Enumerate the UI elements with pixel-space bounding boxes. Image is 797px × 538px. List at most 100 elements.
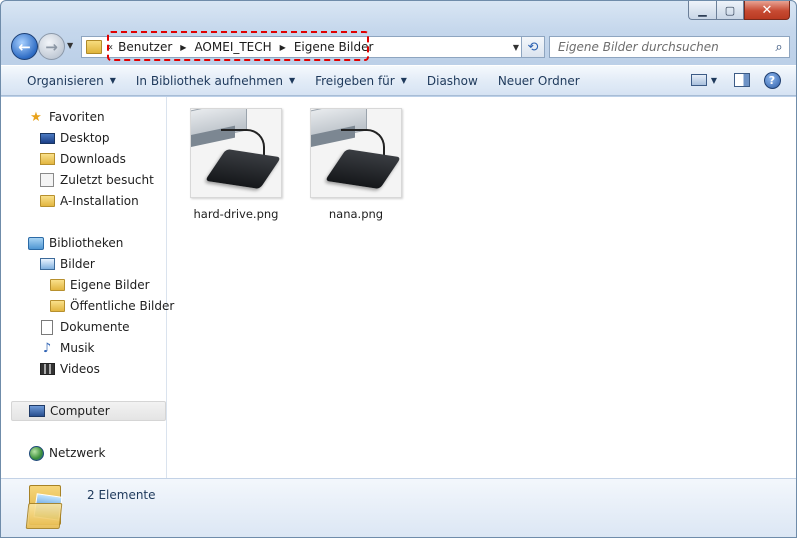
file-name: nana.png — [328, 207, 384, 221]
sidebar-item-label: Bibliotheken — [49, 236, 124, 250]
close-button[interactable]: ✕ — [744, 1, 790, 20]
breadcrumb-overflow-icon[interactable]: « — [107, 42, 113, 53]
sidebar-item-favorites[interactable]: ★ Favoriten — [28, 107, 104, 127]
include-in-library-menu[interactable]: In Bibliothek aufnehmen ▼ — [126, 69, 305, 93]
folder-icon-wrap — [49, 298, 65, 314]
folder-icon — [39, 195, 55, 207]
sidebar-item-my-pictures[interactable]: Eigene Bilder — [49, 275, 150, 295]
sidebar-item-videos[interactable]: Videos — [39, 359, 100, 379]
sidebar-item-documents[interactable]: Dokumente — [39, 317, 130, 337]
sidebar-item-label: Computer — [50, 404, 110, 418]
new-folder-label: Neuer Ordner — [497, 73, 580, 88]
sidebar-item-label: Eigene Bilder — [70, 278, 150, 292]
sidebar-item-label: Musik — [60, 341, 95, 355]
film-strip-icon — [39, 363, 55, 375]
sidebar-item-recent[interactable]: Zuletzt besucht — [39, 170, 154, 190]
slideshow-label: Diashow — [426, 73, 478, 88]
minimize-button[interactable]: ▁ — [688, 1, 716, 20]
sidebar-item-label: Videos — [60, 362, 100, 376]
pictures-icon-wrap — [39, 256, 55, 272]
recent-icon-wrap — [39, 172, 55, 188]
breadcrumb-item[interactable]: Benutzer ▶ — [118, 40, 194, 54]
details-pane: 2 Elemente — [1, 478, 796, 537]
downloads-icon-wrap — [39, 151, 55, 167]
desktop-icon — [39, 132, 55, 144]
search-input[interactable] — [550, 38, 769, 56]
sidebar-item-label: Desktop — [60, 131, 110, 145]
sidebar-item-libraries[interactable]: Bibliotheken — [28, 233, 123, 253]
organize-menu[interactable]: Organisieren ▼ — [17, 69, 126, 93]
explorer-body: ★ Favoriten Desktop Downloads Zuletzt be… — [1, 97, 796, 478]
preview-pane-icon — [734, 73, 750, 87]
refresh-button[interactable]: ⟲ — [521, 36, 545, 58]
sidebar-item-network[interactable]: Netzwerk — [28, 443, 105, 463]
back-button[interactable]: ← — [11, 33, 38, 60]
sidebar-item-music[interactable]: ♪ Musik — [39, 338, 95, 358]
libraries-icon — [28, 236, 44, 250]
chevron-down-icon: ▼ — [710, 75, 718, 85]
folder-icon — [86, 40, 102, 54]
navigation-pane: ★ Favoriten Desktop Downloads Zuletzt be… — [1, 97, 174, 478]
folder-icon — [49, 279, 65, 291]
hard-drive-shape — [204, 148, 281, 190]
folder-icon-wrap — [39, 193, 55, 209]
folder-icon — [49, 300, 65, 312]
search-icon[interactable]: ⌕ — [769, 40, 789, 55]
item-count: 2 Elemente — [87, 488, 156, 502]
sidebar-item-desktop[interactable]: Desktop — [39, 128, 110, 148]
search-box[interactable]: ⌕ — [549, 36, 790, 58]
recent-pages-dropdown[interactable]: ▼ — [67, 41, 73, 50]
breadcrumb-arrow-icon[interactable]: ▶ — [280, 43, 286, 52]
share-menu[interactable]: Freigeben für ▼ — [305, 69, 417, 93]
slideshow-button[interactable]: Diashow — [417, 69, 488, 93]
image-thumbnail — [190, 108, 282, 198]
breadcrumb-label: AOMEI_TECH — [194, 40, 272, 54]
preview-pane-button[interactable] — [732, 70, 752, 90]
file-item-nana[interactable]: nana.png — [301, 108, 411, 221]
address-dropdown-icon[interactable]: ▼ — [513, 43, 519, 52]
explorer-window: ▁ ▢ ✕ ← → ▼ « Benutzer ▶ AOMEI_TECH ▶ Ei… — [0, 0, 797, 538]
chevron-down-icon: ▼ — [288, 76, 296, 85]
recent-places-icon — [40, 173, 54, 187]
chevron-down-icon: ▼ — [109, 76, 116, 85]
sidebar-item-public-pictures[interactable]: Öffentliche Bilder — [49, 296, 174, 316]
navigation-bar: ← → ▼ « Benutzer ▶ AOMEI_TECH ▶ Eigene B… — [9, 31, 790, 63]
caption-buttons: ▁ ▢ ✕ — [688, 1, 790, 20]
change-view-button[interactable]: ▼ — [686, 70, 722, 90]
pictures-folder-icon — [25, 485, 65, 529]
new-folder-button[interactable]: Neuer Ordner — [488, 69, 590, 93]
organize-label: Organisieren — [27, 73, 104, 88]
file-item-hard-drive[interactable]: hard-drive.png — [181, 108, 291, 221]
breadcrumb-item[interactable]: Eigene Bilder — [294, 40, 374, 54]
videos-icon-wrap — [39, 361, 55, 377]
sidebar-item-computer[interactable]: Computer — [11, 401, 166, 421]
address-bar[interactable]: « Benutzer ▶ AOMEI_TECH ▶ Eigene Bilder … — [81, 36, 526, 58]
refresh-icon: ⟲ — [527, 39, 539, 55]
computer-icon-wrap — [29, 403, 45, 419]
sidebar-item-pictures[interactable]: Bilder — [39, 254, 95, 274]
sidebar-item-label: Netzwerk — [49, 446, 106, 460]
sidebar-item-a-installation[interactable]: A-Installation — [39, 191, 139, 211]
documents-icon-wrap — [39, 319, 55, 335]
network-icon-wrap — [28, 445, 44, 461]
arrow-left-icon: ← — [18, 37, 31, 56]
sidebar-item-downloads[interactable]: Downloads — [39, 149, 126, 169]
maximize-button[interactable]: ▢ — [716, 1, 744, 20]
help-button[interactable]: ? — [762, 70, 782, 90]
sidebar-item-label: Dokumente — [60, 320, 130, 334]
breadcrumb-arrow-icon[interactable]: ▶ — [180, 43, 186, 52]
file-list: hard-drive.png nana.png — [168, 97, 796, 478]
share-label: Freigeben für — [315, 73, 395, 88]
hard-drive-shape — [324, 148, 401, 190]
chevron-down-icon: ▼ — [400, 76, 407, 85]
folder-front-shape — [25, 503, 63, 529]
forward-button[interactable]: → — [38, 33, 65, 60]
document-icon — [41, 319, 53, 335]
toolbar-right: ▼ ? — [676, 70, 782, 90]
downloads-folder-icon — [39, 153, 55, 165]
arrow-right-icon: → — [45, 37, 58, 56]
breadcrumb-label: Benutzer — [118, 40, 173, 54]
computer-icon — [29, 405, 45, 417]
network-globe-icon — [28, 445, 44, 461]
breadcrumb-item[interactable]: AOMEI_TECH ▶ — [194, 40, 293, 54]
